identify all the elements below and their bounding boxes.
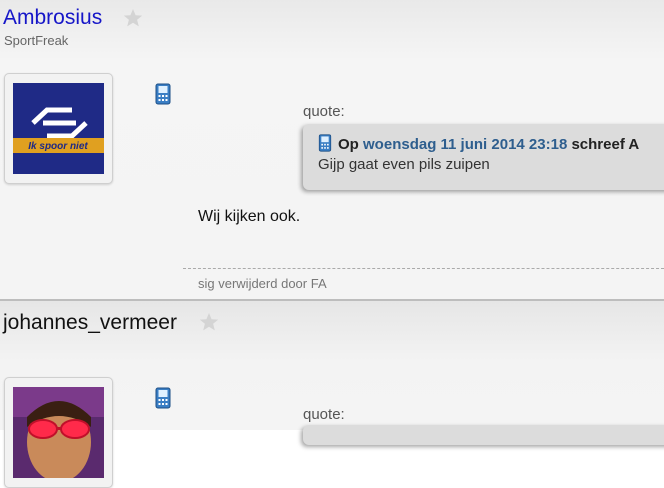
- quote-label: quote:: [303, 103, 345, 120]
- user-rank: SportFreak: [4, 33, 69, 48]
- quote-op: Op: [338, 136, 359, 153]
- quote-label: quote:: [303, 406, 345, 423]
- post-message: Wij kijken ook.: [198, 208, 301, 225]
- avatar-frame: Ik spoor niet: [4, 73, 113, 184]
- quote-box: Op woensdag 11 juni 2014 23:18 schreef A…: [303, 124, 664, 190]
- mobile-phone-icon: [155, 83, 171, 105]
- quote-header: Op woensdag 11 juni 2014 23:18 schreef A: [318, 134, 639, 153]
- forum-post: Ambrosius SportFreak Ik spoor niet quote…: [0, 0, 664, 300]
- mobile-phone-icon: [155, 387, 171, 409]
- post-username[interactable]: johannes_vermeer: [3, 311, 177, 335]
- quote-text: Gijp gaat even pils zuipen: [318, 156, 490, 173]
- post-username[interactable]: Ambrosius: [3, 6, 102, 30]
- signature-divider: [183, 268, 664, 269]
- quote-box: [303, 425, 664, 445]
- avatar-frame: [4, 377, 113, 488]
- star-icon[interactable]: [123, 8, 143, 28]
- avatar-caption: Ik spoor niet: [28, 141, 88, 152]
- post-signature: sig verwijderd door FA: [198, 276, 327, 291]
- forum-post: johannes_vermeer quote:: [0, 301, 664, 488]
- avatar[interactable]: Ik spoor niet: [13, 83, 104, 174]
- mobile-phone-icon: [318, 134, 332, 152]
- avatar[interactable]: [13, 387, 104, 478]
- star-icon[interactable]: [199, 312, 219, 332]
- quote-date-link[interactable]: woensdag 11 juni 2014 23:18: [363, 136, 567, 153]
- quote-wrote: schreef A: [571, 136, 640, 153]
